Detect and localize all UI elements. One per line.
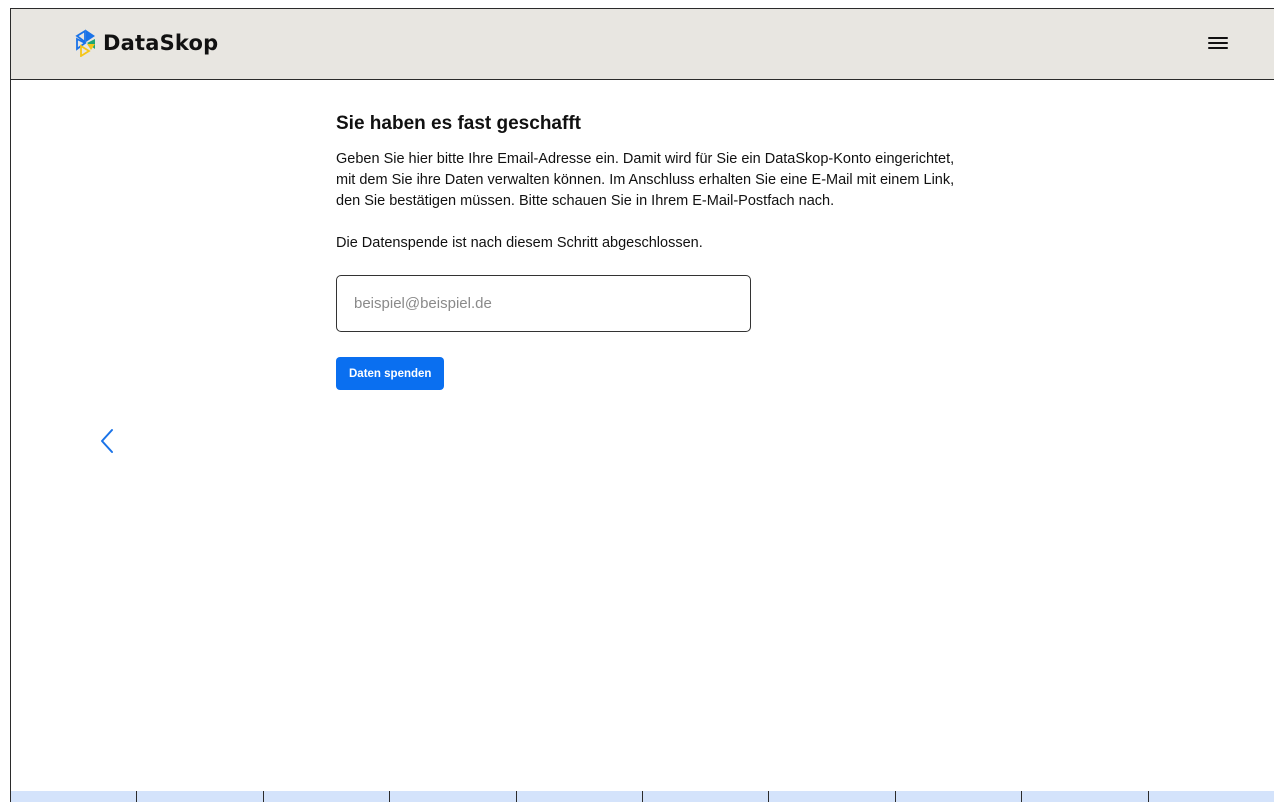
- menu-line: [1208, 47, 1228, 49]
- menu-line: [1208, 42, 1228, 44]
- hamburger-menu-icon[interactable]: [1208, 35, 1228, 51]
- progress-segment[interactable]: [517, 791, 644, 802]
- progress-segment[interactable]: [643, 791, 770, 802]
- brand-logo[interactable]: DataSkop: [75, 29, 218, 57]
- progress-segment[interactable]: [769, 791, 896, 802]
- page-title: Sie haben es fast geschafft: [336, 113, 581, 134]
- progress-segment[interactable]: [390, 791, 517, 802]
- menu-line: [1208, 37, 1228, 39]
- progress-segment[interactable]: [137, 791, 264, 802]
- progress-segment[interactable]: [1149, 791, 1274, 802]
- donate-data-button[interactable]: Daten spenden: [336, 357, 445, 390]
- top-header: DataSkop: [11, 9, 1274, 80]
- brand-name: DataSkop: [103, 31, 219, 55]
- instruction-text: Geben Sie hier bitte Ihre Email-Adresse …: [336, 151, 955, 209]
- progress-segment[interactable]: [1022, 791, 1149, 802]
- email-field[interactable]: [336, 275, 751, 332]
- progress-bar: [11, 791, 1274, 802]
- main-content: Sie haben es fast geschafft Geben Sie hi…: [336, 113, 976, 390]
- chevron-left-icon[interactable]: [97, 427, 117, 455]
- completion-note: Die Datenspende ist nach diesem Schritt …: [336, 235, 703, 251]
- progress-segment[interactable]: [896, 791, 1023, 802]
- dataskop-logo-icon: [75, 29, 95, 57]
- progress-segment[interactable]: [264, 791, 391, 802]
- app-window: DataSkop Sie haben es fast geschafft Geb…: [10, 8, 1274, 802]
- progress-segment[interactable]: [11, 791, 138, 802]
